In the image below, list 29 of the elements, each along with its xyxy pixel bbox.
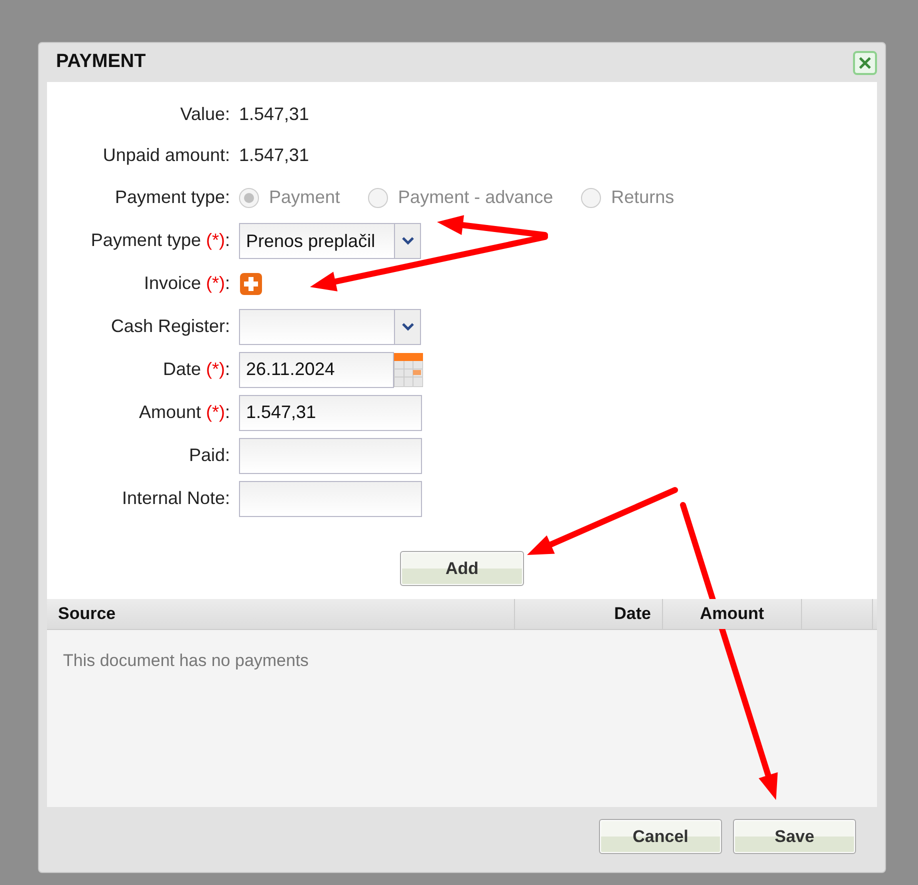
save-button[interactable]: Save: [733, 819, 856, 854]
chevron-down-icon: [402, 236, 414, 244]
cancel-button[interactable]: Cancel: [599, 819, 722, 854]
field-label: Amount (*):: [138, 401, 230, 424]
plus-icon[interactable]: [239, 272, 263, 296]
field-label: Invoice (*):: [144, 272, 230, 295]
close-button[interactable]: [853, 50, 877, 74]
field-value: 1.547,31: [239, 103, 310, 126]
field-value: 1.547,31: [239, 144, 310, 167]
field-label: Payment type (*):: [90, 229, 230, 252]
calendar-icon[interactable]: [394, 352, 423, 386]
field-label: Cash Register:: [110, 315, 230, 338]
field-label: Date (*):: [162, 358, 230, 381]
select-field[interactable]: Prenos preplačil: [239, 222, 421, 258]
field-label: Payment type:: [114, 186, 230, 209]
text-field[interactable]: 1.547,31: [239, 394, 422, 430]
field-label: Paid:: [188, 444, 230, 467]
empty-message: This document has no payments: [63, 650, 310, 672]
text-field[interactable]: [239, 438, 422, 474]
chevron-down-icon: [402, 322, 414, 330]
text-field[interactable]: [239, 480, 422, 516]
date-field[interactable]: 26.11.2024: [239, 352, 394, 388]
dialog-title: PAYMENT: [56, 50, 146, 74]
field-label: Value:: [180, 103, 230, 126]
close-icon: [858, 56, 872, 70]
field-label: Internal Note:: [122, 487, 230, 510]
field-label: Unpaid amount:: [102, 144, 230, 167]
select-field[interactable]: [239, 308, 421, 344]
add-button[interactable]: Add: [400, 551, 524, 586]
